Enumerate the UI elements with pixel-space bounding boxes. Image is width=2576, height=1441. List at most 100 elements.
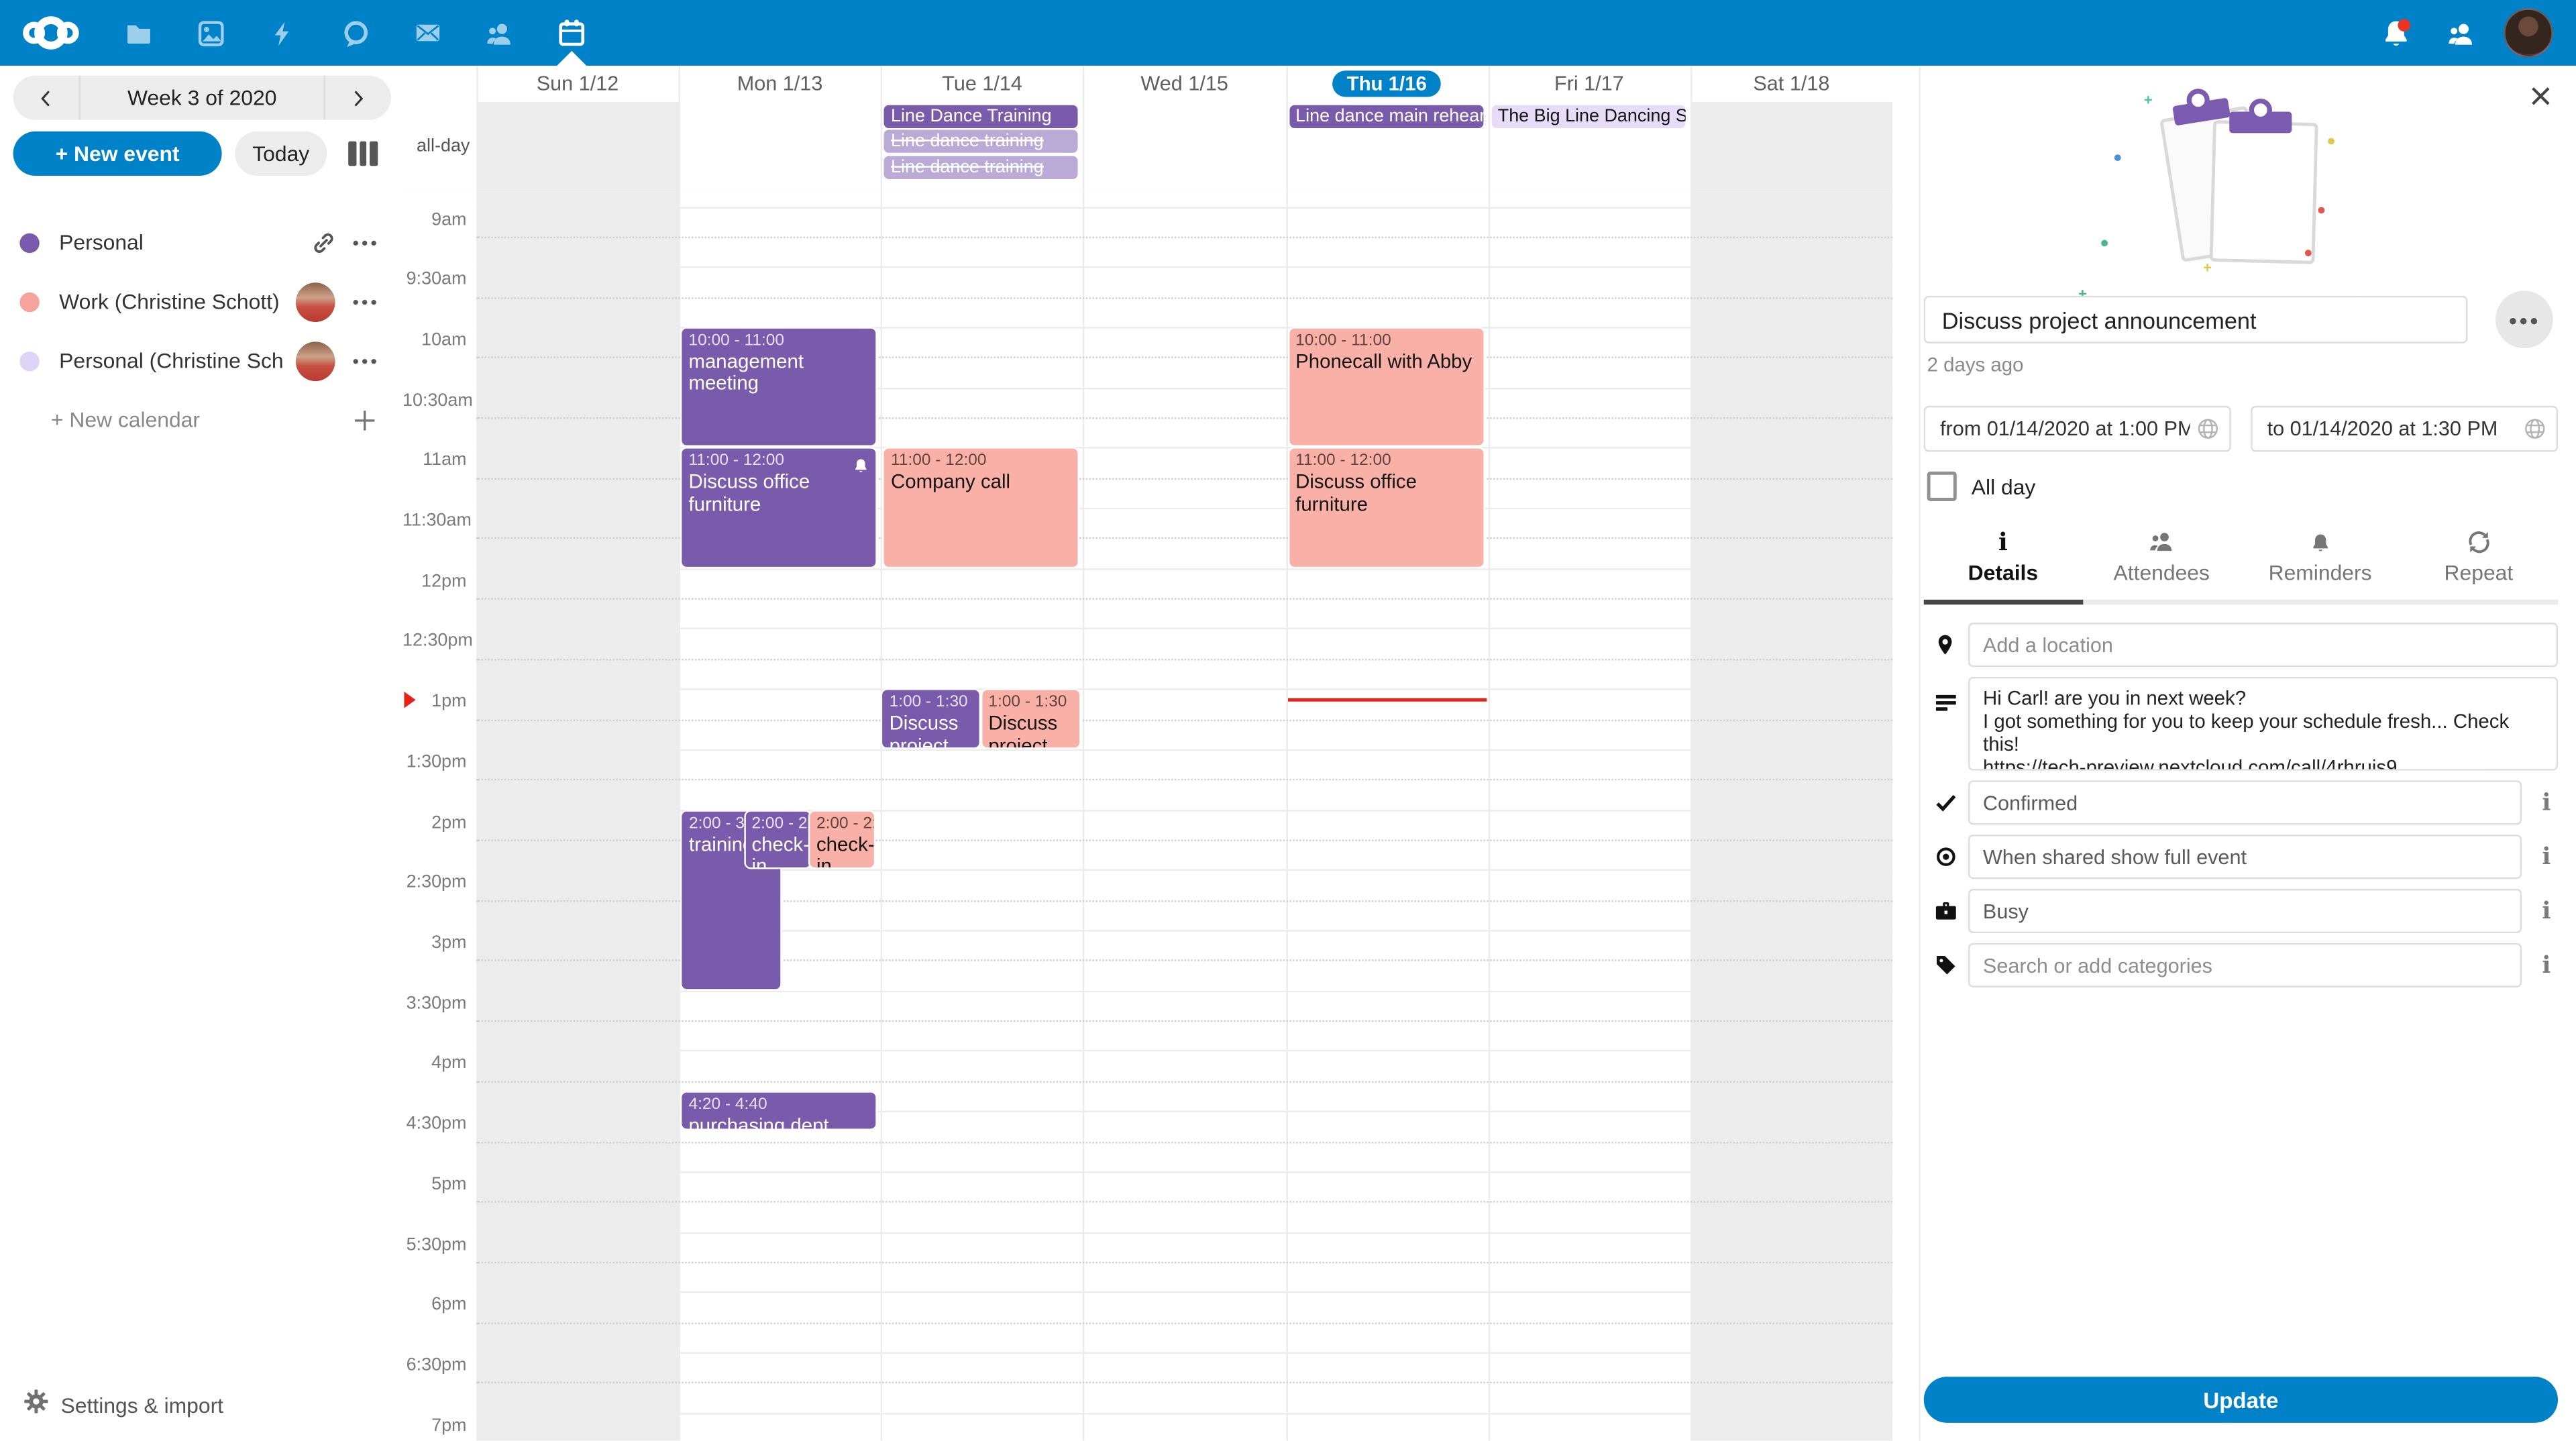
talk-icon[interactable] <box>319 0 391 66</box>
photos-icon[interactable] <box>174 0 247 66</box>
all-day-event[interactable]: The Big Line Dancing Show <box>1491 105 1685 128</box>
visibility-info-icon[interactable]: i <box>2535 844 2558 870</box>
today-button[interactable]: Today <box>235 131 327 176</box>
event-title-input[interactable] <box>1924 296 2468 343</box>
update-button[interactable]: Update <box>1924 1377 2558 1423</box>
calendar-event[interactable]: 10:00 - 11:00management meeting <box>680 327 877 447</box>
settings-and-import[interactable]: Settings & import <box>0 1369 402 1441</box>
column-divider <box>679 66 680 102</box>
time-grid[interactable]: 10:00 - 11:00management meeting11:00 - 1… <box>402 189 1892 1441</box>
mail-icon[interactable] <box>391 0 464 66</box>
calendar-list-item[interactable]: Work (Christine Schott) <box>19 279 378 323</box>
day-column[interactable]: 10:00 - 11:00Phonecall with Abby11:00 - … <box>1285 189 1488 1441</box>
calendar-list-item[interactable]: Personal (Christine Scho… <box>19 338 378 382</box>
calendar-color-dot <box>19 233 39 252</box>
tab-details[interactable]: iDetails <box>1924 516 2082 604</box>
calendar-event[interactable]: 4:20 - 4:40purchasing dept <box>680 1091 877 1131</box>
day-header[interactable]: Tue 1/14 <box>881 66 1083 102</box>
calendar-event[interactable]: 2:00 - 2:30check-in <box>743 809 812 869</box>
day-header[interactable]: Mon 1/13 <box>679 66 881 102</box>
day-header[interactable]: Thu 1/16 <box>1285 66 1488 102</box>
end-datetime-input[interactable] <box>2251 406 2558 452</box>
tab-reminders[interactable]: Reminders <box>2241 516 2399 604</box>
timezone-globe-icon[interactable] <box>2524 417 2546 440</box>
calendar-event[interactable]: 1:00 - 1:30Discuss project announcement <box>881 689 980 749</box>
column-divider <box>476 102 478 189</box>
event-time-label: 2:00 - 2:30 <box>751 812 804 834</box>
day-header-label: Sun 1/12 <box>537 72 619 95</box>
day-header[interactable]: Sat 1/18 <box>1690 66 1893 102</box>
calendar-event[interactable]: 1:00 - 1:30Discuss project <box>980 689 1081 749</box>
day-column[interactable]: 10:00 - 11:00management meeting11:00 - 1… <box>679 189 881 1441</box>
confetti-dot <box>2305 250 2312 256</box>
event-time-label: 1:00 - 1:30 <box>890 692 972 714</box>
calendar-event[interactable]: 11:00 - 12:00Discuss office furniture <box>1287 447 1485 568</box>
files-icon[interactable] <box>102 0 174 66</box>
event-time-label: 4:20 - 4:40 <box>688 1094 869 1116</box>
calendar-event[interactable]: 2:00 - 2:30check-in <box>808 809 875 869</box>
freebusy-select[interactable] <box>1968 889 2522 933</box>
timezone-globe-icon[interactable] <box>2196 417 2219 440</box>
top-navigation-bar <box>0 0 2576 66</box>
week-label[interactable]: Week 3 of 2020 <box>79 76 325 120</box>
status-select[interactable] <box>1968 780 2522 824</box>
day-column[interactable] <box>1690 189 1893 1441</box>
freebusy-info-icon[interactable]: i <box>2535 898 2558 924</box>
calendar-name: Personal <box>59 230 299 255</box>
all-day-checkbox[interactable] <box>1927 472 1957 501</box>
calendar-event[interactable]: 11:00 - 12:00Discuss office furniture <box>680 447 877 568</box>
contacts-icon[interactable] <box>464 0 536 66</box>
view-mode-icon[interactable] <box>348 142 378 166</box>
event-time-label: 11:00 - 12:00 <box>1295 451 1477 472</box>
location-input[interactable] <box>1968 623 2558 667</box>
new-event-button[interactable]: + New event <box>13 131 222 176</box>
activity-icon[interactable] <box>246 0 319 66</box>
next-week-button[interactable] <box>325 76 391 120</box>
tab-label: Attendees <box>2114 560 2210 585</box>
day-column[interactable]: 11:00 - 12:00Company call 1:00 - 1:30Disc… <box>881 189 1083 1441</box>
description-textarea[interactable] <box>1968 677 2558 771</box>
more-actions-icon[interactable] <box>352 237 378 248</box>
calendar-list-item[interactable]: Personal <box>19 220 378 264</box>
day-column[interactable] <box>1488 189 1690 1441</box>
bell-icon <box>2310 527 2331 555</box>
new-calendar-button[interactable]: + New calendar <box>19 398 378 442</box>
all-day-event[interactable]: Line dance training <box>884 156 1078 178</box>
current-time-arrow <box>404 692 415 708</box>
notifications-bell-icon[interactable] <box>2363 0 2428 66</box>
categories-info-icon[interactable]: i <box>2535 952 2558 978</box>
day-header[interactable]: Wed 1/15 <box>1083 66 1286 102</box>
calendar-color-dot <box>19 292 39 311</box>
time-label: 6pm <box>402 1295 467 1315</box>
visibility-select[interactable] <box>1968 835 2522 879</box>
day-header[interactable]: Fri 1/17 <box>1488 66 1690 102</box>
week-grid: Sun 1/12 Mon 1/13Tue 1/14Wed 1/15Thu 1/16… <box>402 66 1892 1441</box>
share-link-icon[interactable] <box>312 231 335 254</box>
event-actions-menu-button[interactable]: ●●● <box>2496 290 2553 348</box>
status-info-icon[interactable]: i <box>2535 790 2558 816</box>
contacts-menu-icon[interactable] <box>2428 0 2494 66</box>
day-column[interactable] <box>1083 189 1286 1441</box>
nextcloud-logo-icon[interactable] <box>0 0 102 66</box>
calendar-color-dot <box>19 351 39 370</box>
all-day-event[interactable]: Line dance training <box>884 130 1078 153</box>
more-actions-icon[interactable] <box>352 297 378 307</box>
calendar-icon[interactable] <box>535 0 608 66</box>
more-actions-icon[interactable] <box>352 356 378 366</box>
all-day-checkbox-label[interactable]: All day <box>1972 474 2036 499</box>
all-day-event[interactable]: Line dance main rehearsal <box>1289 105 1483 128</box>
tab-repeat[interactable]: Repeat <box>2400 516 2558 604</box>
user-avatar[interactable] <box>2504 8 2553 57</box>
all-day-event[interactable]: Line Dance Training <box>884 105 1078 128</box>
editor-tabs: iDetails Attendees Reminders Repeat <box>1924 516 2558 604</box>
time-label: 11:30am <box>402 511 467 531</box>
day-header[interactable]: Sun 1/12 <box>476 66 679 102</box>
day-column[interactable] <box>476 189 679 1441</box>
previous-week-button[interactable] <box>13 76 79 120</box>
categories-input[interactable] <box>1968 943 2522 988</box>
calendar-event[interactable]: 11:00 - 12:00Company call <box>883 447 1080 568</box>
tab-attendees[interactable]: Attendees <box>2082 516 2241 604</box>
start-datetime-input[interactable] <box>1924 406 2231 452</box>
tab-label: Reminders <box>2269 560 2372 585</box>
calendar-event[interactable]: 10:00 - 11:00Phonecall with Abby <box>1287 327 1485 447</box>
